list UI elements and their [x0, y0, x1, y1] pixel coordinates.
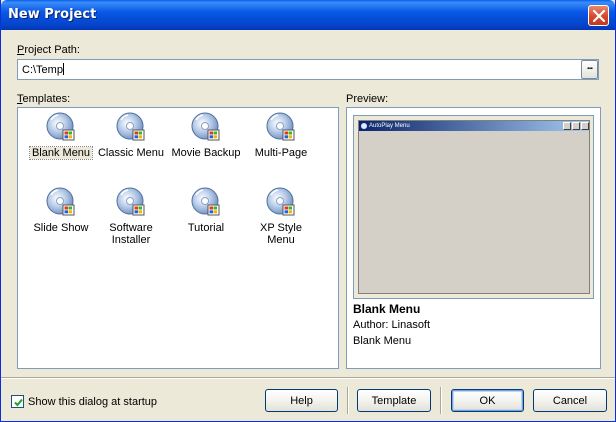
template-item-label: Tutorial [187, 222, 225, 234]
footer-separator [440, 387, 442, 414]
browse-button[interactable]: ... [581, 60, 598, 79]
maximize-icon [572, 122, 580, 130]
disc-template-icon [266, 187, 295, 216]
template-item-label: Software Installer [109, 222, 153, 246]
preview-author: Author: Linasoft [353, 319, 431, 331]
close-icon [593, 10, 605, 22]
template-item[interactable]: Blank Menu [23, 111, 99, 160]
preview-template-title: Blank Menu [353, 302, 421, 316]
template-item[interactable]: Multi-Page [243, 111, 319, 159]
template-button[interactable]: Template [357, 389, 431, 412]
templates-label: Templates: [17, 93, 71, 105]
disc-template-icon [266, 112, 295, 141]
disc-template-icon [46, 187, 75, 216]
close-icon [581, 122, 589, 130]
close-button[interactable] [588, 5, 609, 26]
template-item[interactable]: Tutorial [168, 186, 244, 234]
project-path-value: C:\Temp [22, 64, 63, 76]
footer-separator [347, 387, 349, 414]
app-icon [361, 123, 367, 129]
checkmark-icon [14, 398, 23, 407]
disc-template-icon [116, 187, 145, 216]
disc-template-icon [191, 112, 220, 141]
disc-template-icon [46, 112, 75, 141]
minimize-icon [563, 122, 571, 130]
window-title: New Project [8, 7, 97, 22]
template-item[interactable]: Classic Menu [93, 111, 169, 159]
preview-window-title: AutoPlay Menu [369, 123, 410, 129]
preview-mini-titlebar: AutoPlay Menu [359, 121, 589, 131]
new-project-dialog: New Project Project Path: C:\Temp ... Te… [0, 0, 616, 422]
template-item-label: Slide Show [33, 222, 89, 234]
templates-list[interactable]: Blank Menu Classic Menu Movie Backup Mul… [17, 107, 339, 369]
preview-mini-window: AutoPlay Menu [358, 120, 590, 294]
project-path-input[interactable]: C:\Temp [17, 59, 599, 80]
show-at-startup-checkbox[interactable] [11, 395, 24, 408]
ok-button[interactable]: OK [451, 389, 524, 412]
preview-image: AutoPlay Menu [353, 115, 594, 299]
text-caret [62, 63, 64, 75]
disc-template-icon [116, 112, 145, 141]
show-at-startup-label[interactable]: Show this dialog at startup [28, 396, 157, 408]
template-item[interactable]: Software Installer [93, 186, 169, 246]
template-item-label: Movie Backup [171, 147, 241, 159]
template-item-label: Multi-Page [254, 147, 308, 159]
template-item-label: Classic Menu [97, 147, 165, 159]
footer-divider [1, 377, 615, 379]
preview-label: Preview: [346, 93, 389, 105]
preview-panel: AutoPlay Menu Blank Menu Author: Linasof… [346, 107, 601, 369]
help-button[interactable]: Help [265, 389, 338, 412]
template-item[interactable]: Slide Show [23, 186, 99, 234]
template-item-label: XP Style Menu [260, 222, 302, 246]
title-bar[interactable]: New Project [1, 0, 615, 30]
preview-description: Blank Menu [353, 335, 412, 347]
template-item-label: Blank Menu [28, 146, 94, 160]
cancel-button[interactable]: Cancel [533, 389, 607, 412]
template-item[interactable]: Movie Backup [168, 111, 244, 159]
disc-template-icon [191, 187, 220, 216]
template-item[interactable]: XP Style Menu [243, 186, 319, 246]
project-path-label: Project Path: [17, 44, 80, 56]
